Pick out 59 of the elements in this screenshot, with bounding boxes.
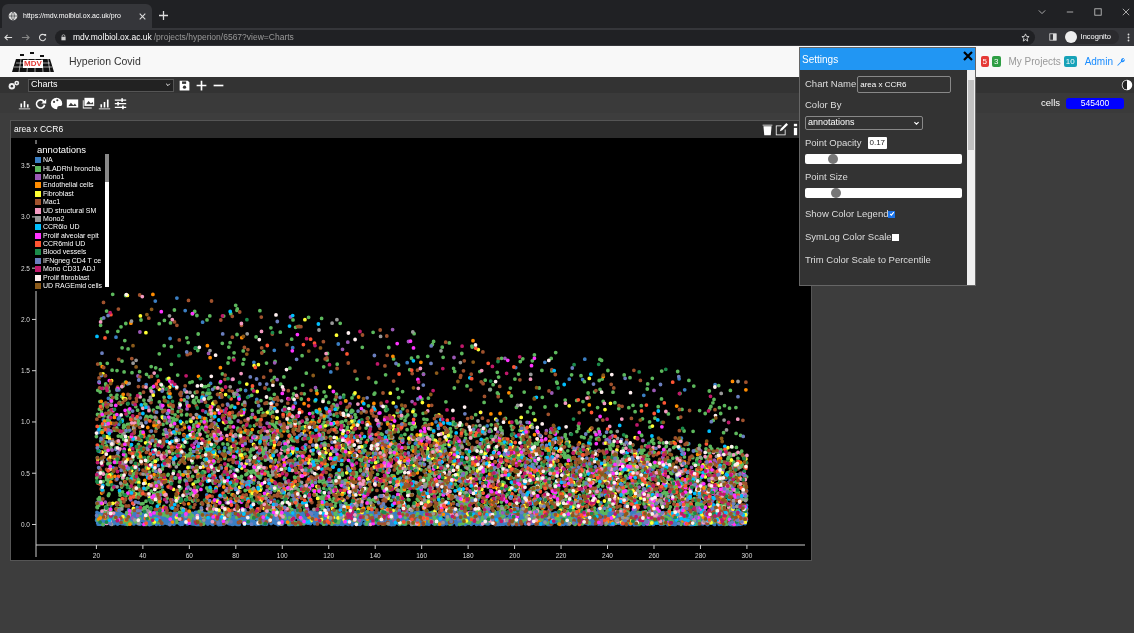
reload-icon[interactable] [38,32,47,42]
legend-scrollbar[interactable] [105,154,109,287]
count-badge[interactable]: 5 [980,56,990,67]
chart-name-field[interactable]: area x CCR6 [857,75,952,93]
contrast-icon[interactable] [1121,79,1133,91]
close-icon[interactable] [963,51,973,61]
image-icon[interactable] [66,96,79,110]
globe-icon [8,11,18,21]
slider-thumb[interactable] [831,188,842,198]
cells-count-badge: 545400 [1066,97,1124,109]
new-tab-icon[interactable] [159,11,168,20]
palette-icon[interactable] [50,96,63,110]
save-icon[interactable] [178,78,191,92]
section-label: Trim Color Scale to Percentile [805,253,932,267]
refresh-icon[interactable] [34,96,47,110]
projects-count-badge: 10 [1063,56,1077,67]
slider-track[interactable] [805,188,962,198]
checkbox-label: Show Color Legend [805,206,889,221]
settings-icon[interactable] [7,78,20,92]
color-by-label: Color By [805,99,843,111]
plus-icon[interactable] [195,78,208,92]
chevron-down-icon [913,119,920,127]
more-icon[interactable] [1127,32,1130,42]
value-tooltip: 0.17 [867,137,888,149]
minimize-icon[interactable] [1066,8,1074,16]
checkbox[interactable] [891,233,899,241]
checkbox[interactable] [888,210,896,218]
color-by-select[interactable]: annotations [805,116,923,130]
checkbox-label: SymLog Color Scale [805,229,892,244]
forward-icon[interactable] [21,32,30,42]
chevron-down-icon[interactable] [1038,8,1046,16]
url-path: /projects/hyperion/6567?view=Charts [153,30,294,44]
slider-track[interactable] [805,154,962,164]
star-icon[interactable] [1020,32,1030,42]
wrench-icon[interactable] [1116,56,1126,67]
legend-title: annotations [36,144,88,156]
project-title: Hyperion Covid [69,53,141,69]
trash-icon[interactable] [761,123,774,136]
sliders-icon[interactable] [114,96,127,110]
images-icon[interactable] [82,96,95,110]
chart-name-label: Chart Name [805,76,857,91]
bar-chart-icon[interactable] [98,96,111,110]
url-host: mdv.molbiol.ox.ac.uk [73,30,152,44]
edit-icon[interactable] [775,123,788,136]
side-panel-icon[interactable] [1048,33,1057,41]
lock-icon [60,33,67,41]
avatar-icon [1064,31,1077,43]
chart-title: area x CCR6 [14,123,64,136]
dialog-scrollbar[interactable] [967,70,975,285]
cells-label: cells [1041,95,1060,110]
slider-thumb[interactable] [828,154,839,164]
chevron-down-icon [165,82,171,88]
address-bar[interactable]: mdv.molbiol.ox.ac.uk /projects/hyperion/6567?view=Charts [55,29,1035,45]
dialog-title: Settings [802,52,839,67]
slider-label: Point Size [805,169,848,184]
maximize-icon[interactable] [1094,8,1102,16]
slider-label: Point Opacity [805,135,862,150]
view-select[interactable]: Charts [28,78,174,92]
back-icon[interactable] [4,32,13,42]
